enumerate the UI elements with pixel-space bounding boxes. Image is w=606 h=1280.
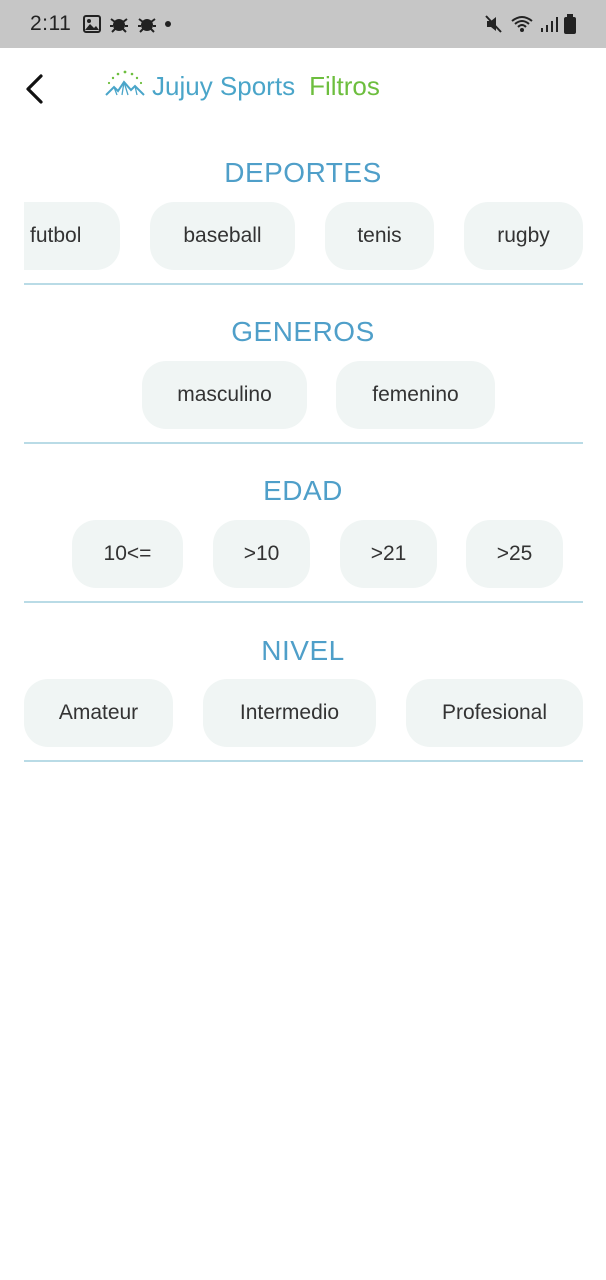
mountain-logo-icon [104, 68, 146, 105]
bug-icon [137, 15, 157, 33]
chip-sport-futbol[interactable]: futbol [24, 202, 120, 270]
divider [24, 601, 583, 603]
chip-level-amateur[interactable]: Amateur [24, 679, 173, 747]
signal-icon [540, 15, 558, 33]
divider [24, 283, 583, 285]
notification-icons [83, 15, 172, 33]
brand: Jujuy Sports Filtros [104, 68, 380, 105]
chip-age-over-10[interactable]: >10 [213, 520, 310, 588]
chip-gender-femenino[interactable]: femenino [336, 361, 495, 429]
section-title-deportes: DEPORTES [224, 157, 382, 188]
chip-age-over-21[interactable]: >21 [340, 520, 437, 588]
back-button[interactable] [14, 66, 54, 112]
dot-icon [165, 21, 172, 27]
section-title-generos: GENEROS [231, 316, 375, 347]
section-title-edad: EDAD [263, 475, 343, 506]
wifi-icon [510, 15, 534, 33]
chip-age-over-25[interactable]: >25 [466, 520, 563, 588]
divider [24, 760, 583, 762]
battery-icon [564, 14, 576, 34]
bug-icon [109, 15, 129, 33]
system-icons [484, 14, 576, 34]
chip-sport-tenis[interactable]: tenis [325, 202, 434, 270]
mute-icon [484, 15, 504, 33]
section-title-nivel: NIVEL [261, 635, 345, 666]
chevron-left-icon [26, 74, 43, 104]
chip-sport-baseball[interactable]: baseball [150, 202, 295, 270]
app-title: Jujuy Sports [152, 71, 296, 101]
chip-level-intermedio[interactable]: Intermedio [203, 679, 376, 747]
chip-level-profesional[interactable]: Profesional [406, 679, 583, 747]
page-subtitle: Filtros [309, 71, 380, 101]
status-time: 2:11 [30, 12, 72, 35]
chip-gender-masculino[interactable]: masculino [142, 361, 307, 429]
chip-age-10-or-less[interactable]: 10<= [72, 520, 183, 588]
image-icon [83, 15, 102, 33]
divider [24, 442, 583, 444]
app-bar: Jujuy Sports Filtros [0, 48, 606, 132]
chip-sport-rugby[interactable]: rugby [464, 202, 583, 270]
status-bar: 2:11 [0, 0, 606, 48]
